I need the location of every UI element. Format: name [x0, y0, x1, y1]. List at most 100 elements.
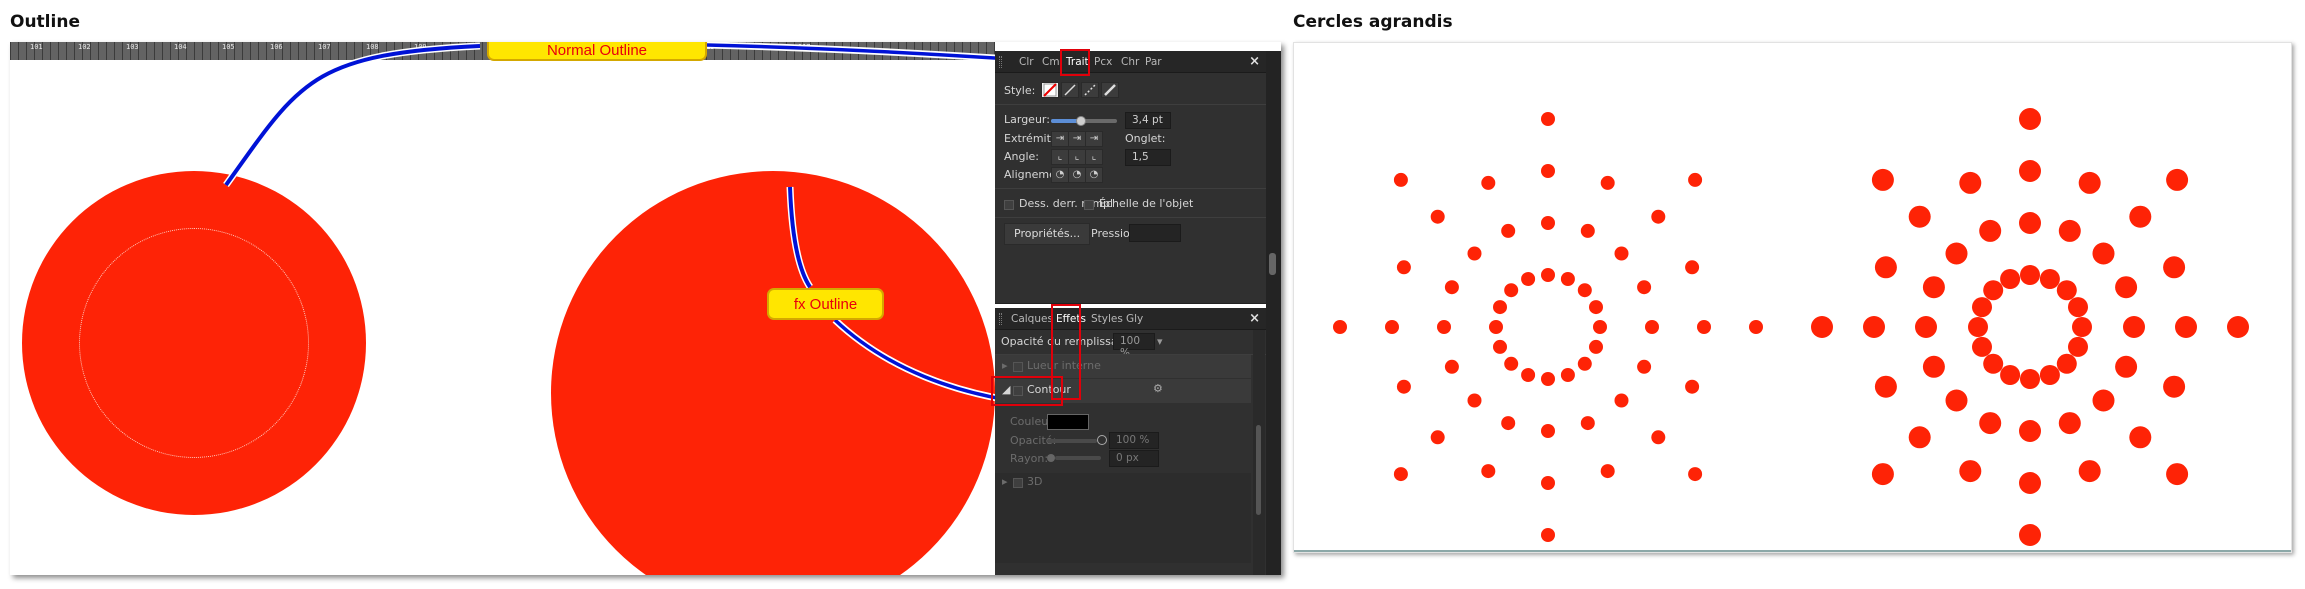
ruler-number: 117: [798, 43, 811, 51]
pattern-dot: [2068, 297, 2088, 318]
pattern-dot: [1467, 393, 1482, 408]
effects-scrollbar[interactable]: [1253, 330, 1265, 575]
radius-slider[interactable]: [1055, 456, 1101, 460]
width-field[interactable]: 3,4 pt: [1125, 112, 1171, 129]
pattern-dot: [1444, 359, 1459, 374]
no-stroke-icon[interactable]: [1041, 82, 1059, 98]
pattern-dot: [2058, 219, 2081, 242]
tab-brushes[interactable]: Pcx: [1094, 56, 1112, 68]
pattern-dot: [1430, 430, 1445, 445]
pattern-dot: [1521, 368, 1536, 382]
opacity-field[interactable]: 100 %: [1109, 432, 1159, 449]
pattern-dot: [1580, 416, 1595, 431]
threed-label: 3D: [1027, 475, 1043, 488]
pattern-dot: [1688, 467, 1703, 482]
pattern-dot: [1688, 172, 1703, 187]
panel-grip[interactable]: [999, 313, 1002, 325]
pattern-dot: [2129, 426, 2152, 449]
side-scrollbar-thumb[interactable]: [1269, 253, 1276, 275]
ruler-number: 103: [126, 43, 139, 51]
opacity-slider[interactable]: [1047, 439, 1097, 443]
scrollbar-thumb[interactable]: [1256, 425, 1261, 515]
opacity-slider-knob[interactable]: [1097, 435, 1107, 445]
effects-panel-tabbar: Calques Effets Styles Gly ×: [995, 308, 1266, 330]
ruler-number: 101: [30, 43, 43, 51]
outline-screenshot: 1011021031041051061071081091101111121131…: [10, 42, 1281, 575]
round-cap-icon[interactable]: ⇥: [1068, 131, 1086, 147]
miter-label: Onglet:: [1125, 132, 1166, 145]
pattern-dot: [2123, 316, 2145, 338]
enlarged-circles-title: Cercles agrandis: [1293, 12, 1453, 32]
pattern-dot: [1504, 356, 1519, 371]
pattern-dot: [2129, 205, 2152, 228]
fill-opacity-field[interactable]: 100 %: [1113, 333, 1155, 359]
pattern-dot: [1504, 283, 1519, 298]
expand-arrow-icon[interactable]: ▸: [1002, 359, 1008, 372]
outline-color-swatch[interactable]: [1047, 414, 1089, 430]
tab-paragraph[interactable]: Par: [1145, 56, 1162, 68]
normal-outline-circle[interactable]: [22, 171, 366, 515]
tab-character[interactable]: Chr: [1121, 56, 1139, 68]
miter-join-icon[interactable]: ⌞: [1051, 149, 1069, 165]
radius-slider-knob[interactable]: [1047, 454, 1055, 462]
panel-grip[interactable]: [999, 56, 1002, 68]
pattern-dot: [1580, 223, 1595, 238]
width-slider-knob[interactable]: [1075, 116, 1086, 126]
tab-color[interactable]: Clr: [1019, 56, 1034, 68]
pattern-dot: [1541, 268, 1555, 282]
threed-checkbox[interactable]: [1013, 478, 1023, 488]
pattern-dot: [1501, 223, 1516, 238]
pattern-dot: [1481, 175, 1496, 190]
stroke-panel: Clr Cm Trait Pcx Chr Par × Style: Largeu…: [995, 49, 1266, 304]
pattern-dot: [1481, 464, 1496, 479]
pattern-dot: [2056, 353, 2077, 374]
tab-layers[interactable]: Calques: [1011, 313, 1053, 325]
properties-button[interactable]: Propriétés...: [1004, 223, 1091, 245]
gear-icon[interactable]: ⚙: [1153, 382, 1163, 395]
pattern-dot: [1541, 216, 1555, 230]
round-join-icon[interactable]: ⌞: [1068, 149, 1086, 165]
bevel-join-icon[interactable]: ⌞: [1085, 149, 1103, 165]
align-inside-icon[interactable]: ◔: [1068, 167, 1086, 183]
pattern-dot: [1396, 379, 1411, 394]
square-cap-icon[interactable]: ⇥: [1085, 131, 1103, 147]
pattern-dot: [1541, 164, 1555, 178]
pattern-dot: [2166, 168, 2189, 191]
align-center-icon[interactable]: ◔: [1051, 167, 1069, 183]
pattern-dot: [1393, 467, 1408, 482]
butt-cap-icon[interactable]: ⇥: [1051, 131, 1069, 147]
chevron-down-icon[interactable]: ▾: [1157, 335, 1163, 348]
expand-arrow-icon[interactable]: ▸: [1002, 475, 1008, 488]
scale-with-object-checkbox[interactable]: [1084, 200, 1094, 210]
tab-glyphs[interactable]: Gly: [1126, 313, 1143, 325]
close-icon[interactable]: ×: [1249, 54, 1260, 69]
tab-styles[interactable]: Styles: [1091, 313, 1123, 325]
dashed-line-icon[interactable]: [1081, 82, 1099, 98]
pattern-dot: [1651, 430, 1666, 445]
radius-field[interactable]: 0 px: [1109, 450, 1159, 467]
close-icon[interactable]: ×: [1249, 311, 1260, 326]
pressure-curve[interactable]: [1129, 224, 1181, 242]
pattern-dot: [1501, 416, 1516, 431]
pattern-dot: [1541, 424, 1555, 438]
panel-side-strip: [1266, 51, 1281, 575]
pattern-dot: [1871, 168, 1894, 191]
texture-line-icon[interactable]: [1101, 82, 1119, 98]
inner-glow-checkbox[interactable]: [1013, 362, 1023, 372]
pattern-dot: [1968, 317, 1988, 337]
behind-fill-checkbox[interactable]: [1004, 200, 1014, 210]
pattern-dot: [1685, 260, 1700, 275]
pattern-dot: [1489, 320, 1503, 334]
pattern-dot: [2056, 280, 2077, 301]
solid-line-icon[interactable]: [1061, 82, 1079, 98]
pattern-dot: [2092, 242, 2115, 265]
tab-swatches[interactable]: Cm: [1042, 56, 1060, 68]
pattern-dot: [1560, 368, 1575, 382]
miter-field[interactable]: 1,5: [1125, 149, 1171, 166]
fx-outline-circle[interactable]: [551, 171, 995, 575]
pattern-dot: [1430, 209, 1445, 224]
effects-panel: Calques Effets Styles Gly × Opacité du r…: [991, 304, 1266, 575]
pattern-dot: [1874, 375, 1897, 398]
align-outside-icon[interactable]: ◔: [1085, 167, 1103, 183]
fx-outline-callout: fx Outline: [767, 288, 884, 320]
